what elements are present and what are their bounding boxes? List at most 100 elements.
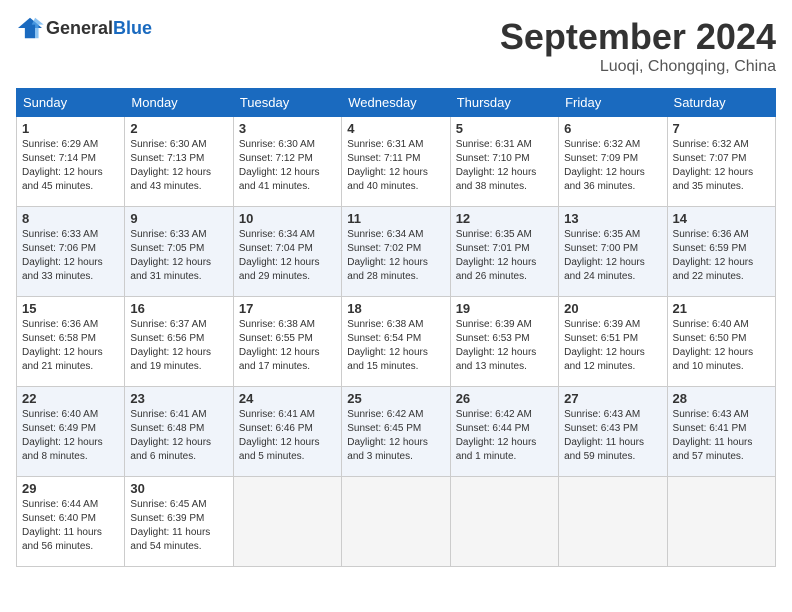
day-number: 17	[239, 301, 336, 316]
day-number: 25	[347, 391, 444, 406]
day-number: 8	[22, 211, 119, 226]
table-cell: 9 Sunrise: 6:33 AMSunset: 7:05 PMDayligh…	[125, 207, 233, 297]
day-number: 23	[130, 391, 227, 406]
day-number: 27	[564, 391, 661, 406]
day-number: 18	[347, 301, 444, 316]
month-year: September 2024	[500, 16, 776, 58]
col-tuesday: Tuesday	[233, 89, 341, 117]
logo-blue: Blue	[113, 18, 152, 38]
day-info: Sunrise: 6:34 AMSunset: 7:04 PMDaylight:…	[239, 229, 320, 282]
page-header: GeneralBlue September 2024 Luoqi, Chongq…	[16, 16, 776, 76]
table-cell: 1 Sunrise: 6:29 AMSunset: 7:14 PMDayligh…	[17, 117, 125, 207]
table-cell: 4 Sunrise: 6:31 AMSunset: 7:11 PMDayligh…	[342, 117, 450, 207]
day-info: Sunrise: 6:39 AMSunset: 6:53 PMDaylight:…	[456, 319, 537, 372]
title-section: September 2024 Luoqi, Chongqing, China	[500, 16, 776, 76]
day-number: 10	[239, 211, 336, 226]
day-number: 2	[130, 121, 227, 136]
day-info: Sunrise: 6:41 AMSunset: 6:48 PMDaylight:…	[130, 409, 211, 462]
day-number: 12	[456, 211, 553, 226]
day-info: Sunrise: 6:33 AMSunset: 7:06 PMDaylight:…	[22, 229, 103, 282]
table-cell: 30 Sunrise: 6:45 AMSunset: 6:39 PMDaylig…	[125, 477, 233, 567]
day-number: 20	[564, 301, 661, 316]
table-cell: 8 Sunrise: 6:33 AMSunset: 7:06 PMDayligh…	[17, 207, 125, 297]
table-cell: 15 Sunrise: 6:36 AMSunset: 6:58 PMDaylig…	[17, 297, 125, 387]
table-cell: 2 Sunrise: 6:30 AMSunset: 7:13 PMDayligh…	[125, 117, 233, 207]
table-cell	[450, 477, 558, 567]
day-number: 9	[130, 211, 227, 226]
table-cell: 17 Sunrise: 6:38 AMSunset: 6:55 PMDaylig…	[233, 297, 341, 387]
day-info: Sunrise: 6:36 AMSunset: 6:58 PMDaylight:…	[22, 319, 103, 372]
week-row-4: 22 Sunrise: 6:40 AMSunset: 6:49 PMDaylig…	[17, 387, 776, 477]
day-number: 26	[456, 391, 553, 406]
logo: GeneralBlue	[16, 16, 152, 40]
logo-icon	[16, 16, 44, 40]
day-number: 24	[239, 391, 336, 406]
day-info: Sunrise: 6:31 AMSunset: 7:11 PMDaylight:…	[347, 139, 428, 192]
day-info: Sunrise: 6:38 AMSunset: 6:54 PMDaylight:…	[347, 319, 428, 372]
day-info: Sunrise: 6:42 AMSunset: 6:45 PMDaylight:…	[347, 409, 428, 462]
day-number: 15	[22, 301, 119, 316]
day-info: Sunrise: 6:42 AMSunset: 6:44 PMDaylight:…	[456, 409, 537, 462]
table-cell	[342, 477, 450, 567]
day-number: 14	[673, 211, 770, 226]
day-info: Sunrise: 6:35 AMSunset: 7:01 PMDaylight:…	[456, 229, 537, 282]
day-info: Sunrise: 6:41 AMSunset: 6:46 PMDaylight:…	[239, 409, 320, 462]
day-info: Sunrise: 6:29 AMSunset: 7:14 PMDaylight:…	[22, 139, 103, 192]
table-cell: 24 Sunrise: 6:41 AMSunset: 6:46 PMDaylig…	[233, 387, 341, 477]
day-info: Sunrise: 6:45 AMSunset: 6:39 PMDaylight:…	[130, 499, 210, 552]
logo-general: General	[46, 18, 113, 38]
table-cell: 28 Sunrise: 6:43 AMSunset: 6:41 PMDaylig…	[667, 387, 775, 477]
table-cell: 27 Sunrise: 6:43 AMSunset: 6:43 PMDaylig…	[559, 387, 667, 477]
day-info: Sunrise: 6:37 AMSunset: 6:56 PMDaylight:…	[130, 319, 211, 372]
day-info: Sunrise: 6:40 AMSunset: 6:49 PMDaylight:…	[22, 409, 103, 462]
table-cell: 10 Sunrise: 6:34 AMSunset: 7:04 PMDaylig…	[233, 207, 341, 297]
table-cell: 18 Sunrise: 6:38 AMSunset: 6:54 PMDaylig…	[342, 297, 450, 387]
col-monday: Monday	[125, 89, 233, 117]
table-cell	[233, 477, 341, 567]
day-number: 19	[456, 301, 553, 316]
day-info: Sunrise: 6:43 AMSunset: 6:41 PMDaylight:…	[673, 409, 753, 462]
day-info: Sunrise: 6:36 AMSunset: 6:59 PMDaylight:…	[673, 229, 754, 282]
col-thursday: Thursday	[450, 89, 558, 117]
table-cell: 13 Sunrise: 6:35 AMSunset: 7:00 PMDaylig…	[559, 207, 667, 297]
day-info: Sunrise: 6:33 AMSunset: 7:05 PMDaylight:…	[130, 229, 211, 282]
table-cell: 20 Sunrise: 6:39 AMSunset: 6:51 PMDaylig…	[559, 297, 667, 387]
day-info: Sunrise: 6:43 AMSunset: 6:43 PMDaylight:…	[564, 409, 644, 462]
table-cell: 7 Sunrise: 6:32 AMSunset: 7:07 PMDayligh…	[667, 117, 775, 207]
calendar-header-row: Sunday Monday Tuesday Wednesday Thursday…	[17, 89, 776, 117]
logo-text: GeneralBlue	[46, 18, 152, 39]
day-number: 30	[130, 481, 227, 496]
table-cell: 29 Sunrise: 6:44 AMSunset: 6:40 PMDaylig…	[17, 477, 125, 567]
week-row-5: 29 Sunrise: 6:44 AMSunset: 6:40 PMDaylig…	[17, 477, 776, 567]
calendar-table: Sunday Monday Tuesday Wednesday Thursday…	[16, 88, 776, 567]
table-cell: 3 Sunrise: 6:30 AMSunset: 7:12 PMDayligh…	[233, 117, 341, 207]
table-cell: 14 Sunrise: 6:36 AMSunset: 6:59 PMDaylig…	[667, 207, 775, 297]
table-cell: 12 Sunrise: 6:35 AMSunset: 7:01 PMDaylig…	[450, 207, 558, 297]
day-info: Sunrise: 6:34 AMSunset: 7:02 PMDaylight:…	[347, 229, 428, 282]
table-cell	[667, 477, 775, 567]
col-saturday: Saturday	[667, 89, 775, 117]
table-cell: 26 Sunrise: 6:42 AMSunset: 6:44 PMDaylig…	[450, 387, 558, 477]
table-cell: 11 Sunrise: 6:34 AMSunset: 7:02 PMDaylig…	[342, 207, 450, 297]
day-number: 11	[347, 211, 444, 226]
table-cell: 5 Sunrise: 6:31 AMSunset: 7:10 PMDayligh…	[450, 117, 558, 207]
week-row-2: 8 Sunrise: 6:33 AMSunset: 7:06 PMDayligh…	[17, 207, 776, 297]
day-number: 6	[564, 121, 661, 136]
day-number: 3	[239, 121, 336, 136]
day-number: 5	[456, 121, 553, 136]
table-cell: 23 Sunrise: 6:41 AMSunset: 6:48 PMDaylig…	[125, 387, 233, 477]
day-number: 21	[673, 301, 770, 316]
day-info: Sunrise: 6:44 AMSunset: 6:40 PMDaylight:…	[22, 499, 102, 552]
col-sunday: Sunday	[17, 89, 125, 117]
day-number: 1	[22, 121, 119, 136]
table-cell: 16 Sunrise: 6:37 AMSunset: 6:56 PMDaylig…	[125, 297, 233, 387]
table-cell: 22 Sunrise: 6:40 AMSunset: 6:49 PMDaylig…	[17, 387, 125, 477]
col-friday: Friday	[559, 89, 667, 117]
table-cell: 25 Sunrise: 6:42 AMSunset: 6:45 PMDaylig…	[342, 387, 450, 477]
day-info: Sunrise: 6:31 AMSunset: 7:10 PMDaylight:…	[456, 139, 537, 192]
day-info: Sunrise: 6:30 AMSunset: 7:13 PMDaylight:…	[130, 139, 211, 192]
day-number: 16	[130, 301, 227, 316]
day-number: 4	[347, 121, 444, 136]
day-number: 13	[564, 211, 661, 226]
day-info: Sunrise: 6:32 AMSunset: 7:07 PMDaylight:…	[673, 139, 754, 192]
